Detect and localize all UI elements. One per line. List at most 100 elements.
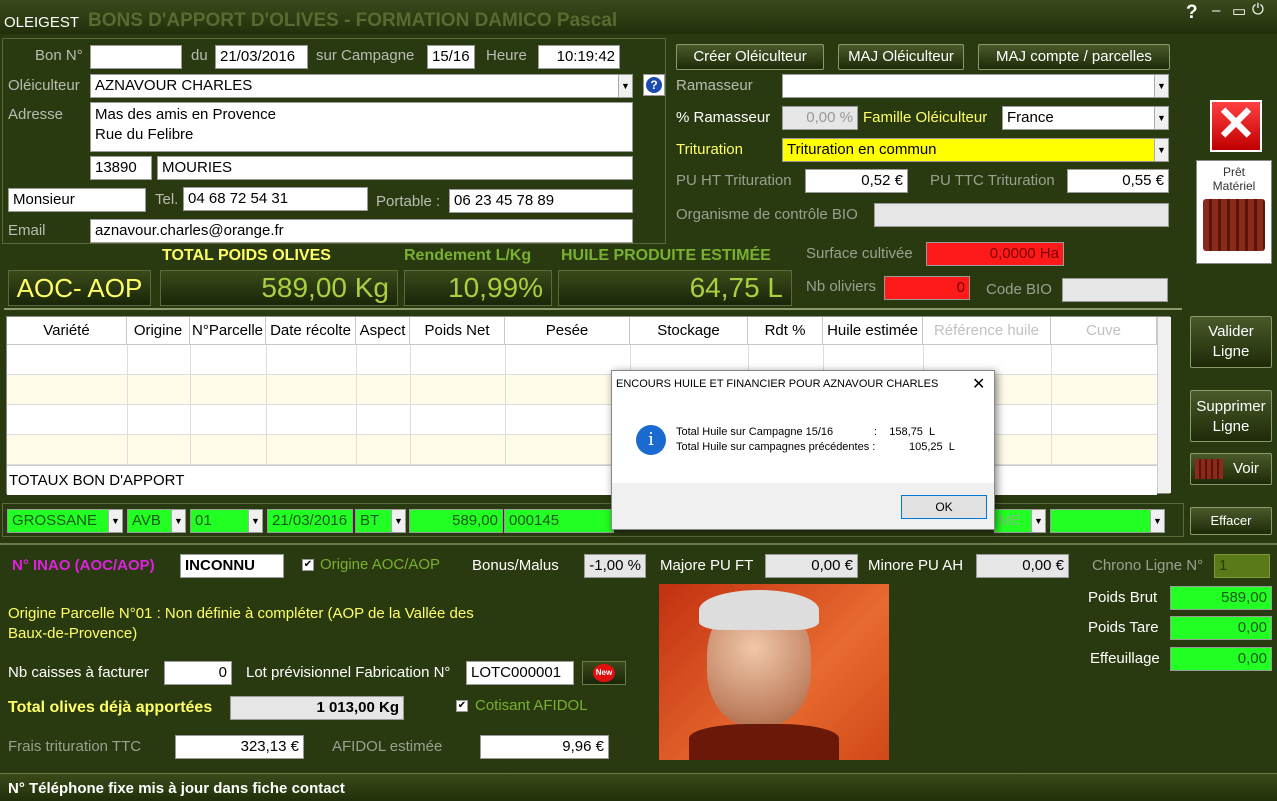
origine-aoc-checkbox[interactable]: ✔ — [302, 559, 314, 571]
chevron-down-icon[interactable]: ▼ — [248, 510, 262, 532]
lot-input[interactable]: LOTC000001 — [466, 661, 574, 685]
cotisant-checkbox[interactable]: ✔ — [456, 700, 468, 712]
chevron-down-icon[interactable]: ▼ — [108, 510, 122, 532]
inao-input[interactable]: INCONNU — [180, 554, 284, 578]
pret-materiel-button[interactable]: Prêt Matériel — [1196, 160, 1272, 264]
supprimer-ligne-button[interactable]: Supprimer Ligne — [1190, 390, 1272, 442]
col-pesee[interactable]: Pesée — [505, 317, 630, 345]
dialog-line2-label: Total Huile sur campagnes précédentes : — [676, 441, 876, 453]
power-icon[interactable]: ⏻ — [1252, 1, 1264, 18]
bon-input[interactable] — [90, 45, 182, 69]
maximize-icon[interactable]: ▭ — [1232, 2, 1246, 20]
portable-input[interactable]: 06 23 45 78 89 — [449, 189, 633, 213]
reference-value: ME — [999, 512, 1022, 529]
puht-input[interactable]: 0,52 € — [805, 169, 908, 193]
ok-button[interactable]: OK — [901, 495, 987, 519]
chevron-down-icon[interactable]: ▼ — [1154, 75, 1168, 97]
aspect-select[interactable]: BT ▼ — [355, 509, 406, 533]
bio-input[interactable] — [874, 203, 1169, 227]
info-icon: i — [636, 425, 666, 455]
col-date[interactable]: Date récolte — [266, 317, 356, 345]
codebio-input[interactable] — [1062, 278, 1168, 302]
variete-select[interactable]: GROSSANE ▼ — [7, 509, 123, 533]
poids-tare-input[interactable]: 0,00 — [1170, 616, 1272, 640]
col-rdt[interactable]: Rdt % — [748, 317, 823, 345]
email-input[interactable]: aznavour.charles@orange.fr — [90, 219, 633, 243]
campagne-label: sur Campagne — [316, 47, 415, 64]
col-poids[interactable]: Poids Net — [410, 317, 505, 345]
majore-input[interactable]: 0,00 € — [765, 554, 858, 578]
minimize-icon[interactable]: – — [1212, 2, 1220, 19]
adresse-line1: Mas des amis en Provence — [95, 106, 276, 123]
afidol-input[interactable]: 9,96 € — [480, 735, 609, 759]
adresse-textarea[interactable]: Mas des amis en Provence Rue du Felibre — [90, 102, 633, 152]
chevron-down-icon[interactable]: ▼ — [171, 510, 185, 532]
col-parcelle[interactable]: N°Parcelle — [190, 317, 266, 345]
close-icon[interactable]: ✕ — [972, 374, 985, 394]
ville-input[interactable]: MOURIES — [157, 156, 633, 180]
effacer-button[interactable]: Effacer — [1190, 507, 1272, 535]
col-huile[interactable]: Huile estimée — [823, 317, 923, 345]
poids-input[interactable]: 589,00 — [409, 509, 503, 533]
cp-input[interactable]: 13890 — [90, 156, 152, 180]
hair-shape — [699, 590, 819, 630]
famille-select[interactable]: France ▼ — [1002, 106, 1169, 130]
origine-select[interactable]: AVB ▼ — [127, 509, 186, 533]
reference-select[interactable]: ME ▼ — [994, 509, 1046, 533]
poids-tare-label: Poids Tare — [1088, 619, 1159, 636]
valider-ligne-button[interactable]: Valider Ligne — [1190, 316, 1272, 368]
frais-input[interactable]: 323,13 € — [175, 735, 304, 759]
chevron-down-icon[interactable]: ▼ — [618, 75, 632, 97]
ramasseur-select[interactable]: ▼ — [782, 74, 1169, 98]
effeuillage-input[interactable]: 0,00 — [1170, 647, 1272, 671]
close-icon[interactable]: ✕ — [1210, 100, 1262, 152]
col-stockage[interactable]: Stockage — [630, 317, 748, 345]
title-bar: OLEIGEST BONS D'APPORT D'OLIVES - FORMAT… — [0, 0, 1277, 34]
info-button[interactable]: ? — [643, 74, 665, 96]
col-variete[interactable]: Variété — [7, 317, 127, 345]
civilite-input[interactable]: Monsieur — [8, 188, 146, 212]
puttc-input[interactable]: 0,55 € — [1067, 169, 1169, 193]
apports-table[interactable]: Variété Origine N°Parcelle Date récolte … — [6, 316, 1171, 495]
total-olives-input[interactable]: 1 013,00 Kg — [230, 696, 404, 720]
pct-ramasseur-input[interactable]: 0,00 % — [782, 106, 858, 130]
trituration-label: Trituration — [676, 141, 743, 158]
chevron-down-icon[interactable]: ▼ — [1154, 107, 1168, 129]
chevron-down-icon[interactable]: ▼ — [1150, 510, 1164, 532]
minore-label: Minore PU AH — [868, 557, 964, 574]
poids-brut-input[interactable]: 589,00 — [1170, 586, 1272, 610]
chevron-down-icon[interactable]: ▼ — [1154, 139, 1168, 161]
col-reference[interactable]: Référence huile — [923, 317, 1051, 345]
oleiculteur-select[interactable]: AZNAVOUR CHARLES ▼ — [90, 74, 633, 98]
minore-input[interactable]: 0,00 € — [976, 554, 1069, 578]
table-scrollbar[interactable] — [1157, 317, 1171, 493]
heure-input[interactable]: 10:19:42 — [538, 45, 620, 69]
date-input[interactable]: 21/03/2016 — [215, 45, 308, 69]
col-cuve[interactable]: Cuve — [1051, 317, 1157, 345]
new-lot-button[interactable]: New — [582, 661, 626, 685]
oliviers-input[interactable]: 0 — [884, 276, 970, 300]
chevron-down-icon[interactable]: ▼ — [1031, 510, 1045, 532]
caisses-input[interactable]: 0 — [164, 661, 232, 685]
chevron-down-icon[interactable]: ▼ — [391, 510, 405, 532]
chrono-input[interactable]: 1 — [1214, 554, 1270, 578]
origine-value: AVB — [132, 512, 161, 529]
col-aspect[interactable]: Aspect — [356, 317, 410, 345]
maj-compte-button[interactable]: MAJ compte / parcelles — [978, 44, 1170, 70]
tel-input[interactable]: 04 68 72 54 31 — [183, 187, 368, 211]
cuve-select[interactable]: ▼ — [1050, 509, 1165, 533]
parcelle-select[interactable]: 01 ▼ — [190, 509, 263, 533]
voir-button[interactable]: Voir — [1190, 453, 1272, 485]
surface-input[interactable]: 0,0000 Ha — [926, 242, 1064, 266]
window-title: BONS D'APPORT D'OLIVES - FORMATION DAMIC… — [88, 10, 618, 31]
campagne-input[interactable]: 15/16 — [427, 45, 475, 69]
creer-oleiculteur-button[interactable]: Créer Oléiculteur — [676, 44, 824, 70]
date-recolte-input[interactable]: 21/03/2016 — [267, 509, 353, 533]
col-origine[interactable]: Origine — [127, 317, 190, 345]
pesee-input[interactable]: 000145 — [504, 509, 614, 533]
maj-oleiculteur-button[interactable]: MAJ Oléiculteur — [838, 44, 964, 70]
trituration-select[interactable]: Trituration en commun ▼ — [782, 138, 1169, 162]
help-icon[interactable]: ? — [1186, 2, 1198, 24]
bonus-input[interactable]: -1,00 % — [584, 554, 646, 578]
total-poids-value: 589,00 Kg — [160, 270, 398, 306]
